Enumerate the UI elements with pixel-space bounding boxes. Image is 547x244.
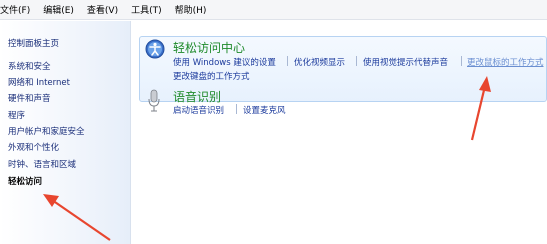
link-separator <box>287 56 288 66</box>
sidebar-item-hardware-sound[interactable]: 硬件和声音 <box>8 92 51 104</box>
sidebar-item-user-accounts[interactable]: 用户帐户和家庭安全 <box>8 125 85 137</box>
sidebar-item-system-security[interactable]: 系统和安全 <box>8 60 51 72</box>
link-windows-recommended-settings[interactable]: 使用 Windows 建议的设置 <box>173 56 276 68</box>
sidebar-item-ease-of-access[interactable]: 轻松访问 <box>8 175 42 187</box>
link-visual-cues-for-sounds[interactable]: 使用视觉提示代替声音 <box>363 56 448 68</box>
menu-edit[interactable]: 编辑(E) <box>37 3 81 16</box>
link-set-up-microphone[interactable]: 设置麦克风 <box>243 104 286 116</box>
sidebar-item-home[interactable]: 控制面板主页 <box>8 37 59 49</box>
ease-of-access-icon[interactable] <box>145 39 165 59</box>
category-title-ease-of-access[interactable]: 轻松访问中心 <box>173 39 245 56</box>
menu-bar: 文件(F) 编辑(E) 查看(V) 工具(T) 帮助(H) <box>0 0 547 20</box>
sidebar-item-programs[interactable]: 程序 <box>8 109 25 121</box>
link-change-mouse-settings[interactable]: 更改鼠标的工作方式 <box>467 56 544 68</box>
menu-file[interactable]: 文件(F) <box>0 3 37 16</box>
microphone-icon[interactable] <box>147 89 161 113</box>
menu-help[interactable]: 帮助(H) <box>169 3 214 16</box>
link-start-speech-recognition[interactable]: 启动语音识别 <box>173 104 224 116</box>
sidebar-item-clock-language[interactable]: 时钟、语言和区域 <box>8 158 76 170</box>
sidebar-item-network[interactable]: 网络和 Internet <box>8 76 70 88</box>
link-separator <box>356 56 357 66</box>
menu-view[interactable]: 查看(V) <box>81 3 125 16</box>
sidebar-item-appearance[interactable]: 外观和个性化 <box>8 141 59 153</box>
link-separator <box>461 56 462 66</box>
main-content: 轻松访问中心 使用 Windows 建议的设置 优化视频显示 使用视觉提示代替声… <box>132 21 547 244</box>
menu-tools[interactable]: 工具(T) <box>125 3 169 16</box>
category-title-speech-recognition[interactable]: 语音识别 <box>173 88 221 105</box>
link-separator <box>236 104 237 114</box>
link-change-keyboard-settings[interactable]: 更改键盘的工作方式 <box>173 70 250 82</box>
link-optimize-video-display[interactable]: 优化视频显示 <box>294 56 345 68</box>
sidebar: 控制面板主页 系统和安全 网络和 Internet 硬件和声音 程序 用户帐户和… <box>0 21 131 244</box>
